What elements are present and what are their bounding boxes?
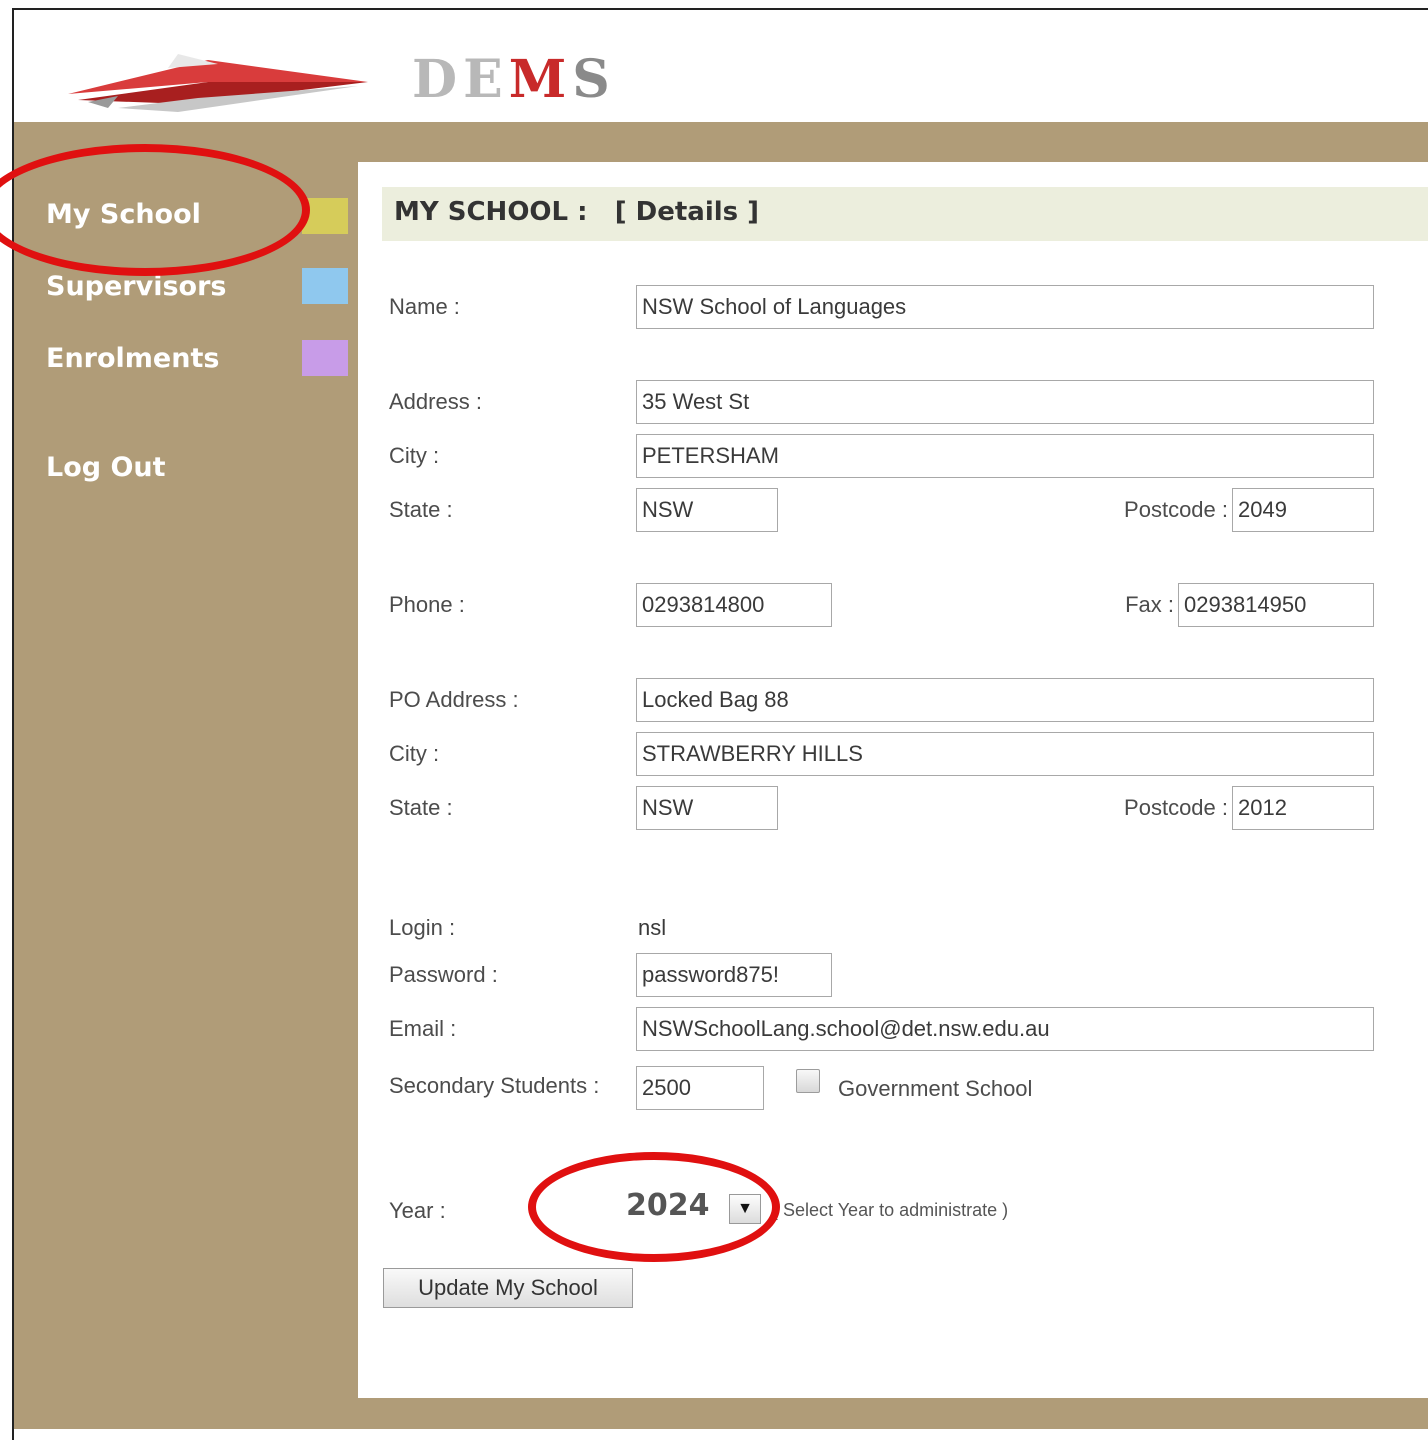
content-top-band (348, 122, 1428, 162)
city-field[interactable]: PETERSHAM (636, 434, 1374, 478)
name-label: Name : (389, 294, 460, 319)
password-label: Password : (389, 962, 498, 987)
secondary-students-label: Secondary Students : (389, 1073, 600, 1098)
content-left-border (348, 162, 358, 1429)
po-city-field[interactable]: STRAWBERRY HILLS (636, 732, 1374, 776)
year-select-value[interactable]: 2024 (626, 1188, 710, 1223)
city-label: City : (389, 443, 440, 468)
phone-label: Phone : (389, 592, 465, 617)
supervisors-color-swatch (302, 268, 348, 304)
fax-label: Fax : (1125, 592, 1174, 617)
sidebar (14, 122, 348, 1429)
sidebar-item-enrolments[interactable]: Enrolments (46, 343, 219, 374)
government-school-checkbox[interactable] (796, 1069, 820, 1093)
government-school-label: Government School (838, 1076, 1033, 1101)
login-value: nsl (638, 915, 667, 940)
po-city-label: City : (389, 741, 440, 766)
login-label: Login : (389, 915, 456, 940)
sidebar-item-my-school[interactable]: My School (46, 199, 201, 230)
address-label: Address : (389, 389, 482, 414)
name-field[interactable]: NSW School of Languages (636, 285, 1374, 329)
header: DEMS (14, 10, 1428, 122)
po-postcode-label: Postcode : (1124, 795, 1228, 820)
state-label: State : (389, 497, 453, 522)
email-label: Email : (389, 1016, 457, 1041)
postcode-label: Postcode : (1124, 497, 1228, 522)
paper-plane-logo-icon (68, 54, 368, 112)
phone-field[interactable]: 0293814800 (636, 583, 832, 627)
page-title: MY SCHOOL : [ Details ] (394, 197, 760, 227)
po-state-label: State : (389, 795, 453, 820)
year-label: Year : (389, 1198, 446, 1223)
postcode-field[interactable]: 2049 (1232, 488, 1374, 532)
address-field[interactable]: 35 West St (636, 380, 1374, 424)
po-address-field[interactable]: Locked Bag 88 (636, 678, 1374, 722)
content-bottom-band (348, 1398, 1428, 1429)
po-postcode-field[interactable]: 2012 (1232, 786, 1374, 830)
year-dropdown-arrow-icon[interactable]: ▼ (729, 1194, 761, 1224)
sidebar-item-supervisors[interactable]: Supervisors (46, 271, 226, 302)
enrolments-color-swatch (302, 340, 348, 376)
year-hint: ( Select Year to administrate ) (772, 1200, 1009, 1220)
fax-field[interactable]: 0293814950 (1178, 583, 1374, 627)
state-field[interactable]: NSW (636, 488, 778, 532)
my-school-color-swatch (302, 198, 348, 234)
email-field[interactable]: NSWSchoolLang.school@det.nsw.edu.au (636, 1007, 1374, 1051)
secondary-students-field[interactable]: 2500 (636, 1066, 764, 1110)
update-my-school-button[interactable]: Update My School (383, 1268, 633, 1308)
po-state-field[interactable]: NSW (636, 786, 778, 830)
sidebar-item-log-out[interactable]: Log Out (46, 452, 166, 483)
po-address-label: PO Address : (389, 687, 519, 712)
password-field[interactable]: password875! (636, 953, 832, 997)
dems-logo-text: DEMS (412, 49, 616, 110)
